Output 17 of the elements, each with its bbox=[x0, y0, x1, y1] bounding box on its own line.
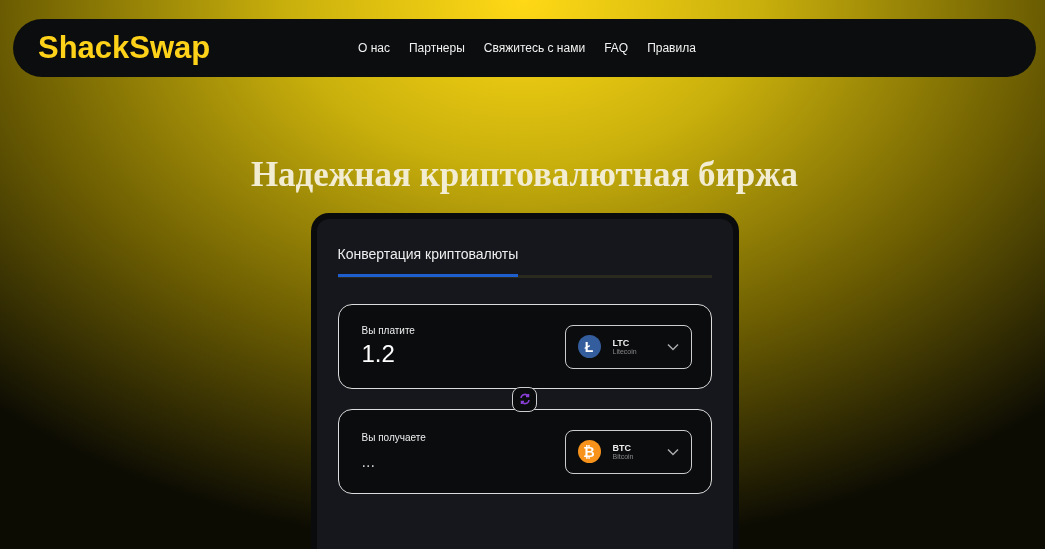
chevron-down-icon bbox=[666, 447, 679, 456]
nav-link[interactable]: FAQ bbox=[604, 41, 629, 55]
coin-icon: ₿ bbox=[577, 440, 601, 463]
tab[interactable]: Конвертация криптовалюты bbox=[337, 246, 519, 277]
swap-icon bbox=[518, 393, 531, 405]
nav-link[interactable]: О нас bbox=[358, 41, 390, 55]
nav-link[interactable]: Свяжитесь с нами bbox=[483, 41, 586, 55]
coin-icon: Ł bbox=[577, 335, 601, 358]
amount-input[interactable]: ... bbox=[361, 453, 426, 471]
amount-input[interactable]: 1.2 bbox=[361, 340, 415, 368]
page-heading: Надежная криптовалютная биржа bbox=[250, 155, 799, 195]
chevron-down-icon bbox=[666, 342, 679, 351]
field-label: Вы получаете bbox=[361, 432, 426, 443]
nav-link[interactable]: Правила bbox=[647, 41, 696, 55]
field-label: Вы платите bbox=[361, 325, 415, 336]
logo[interactable]: ShackSwap bbox=[38, 30, 358, 66]
nav-link[interactable]: Партнеры bbox=[408, 41, 465, 55]
